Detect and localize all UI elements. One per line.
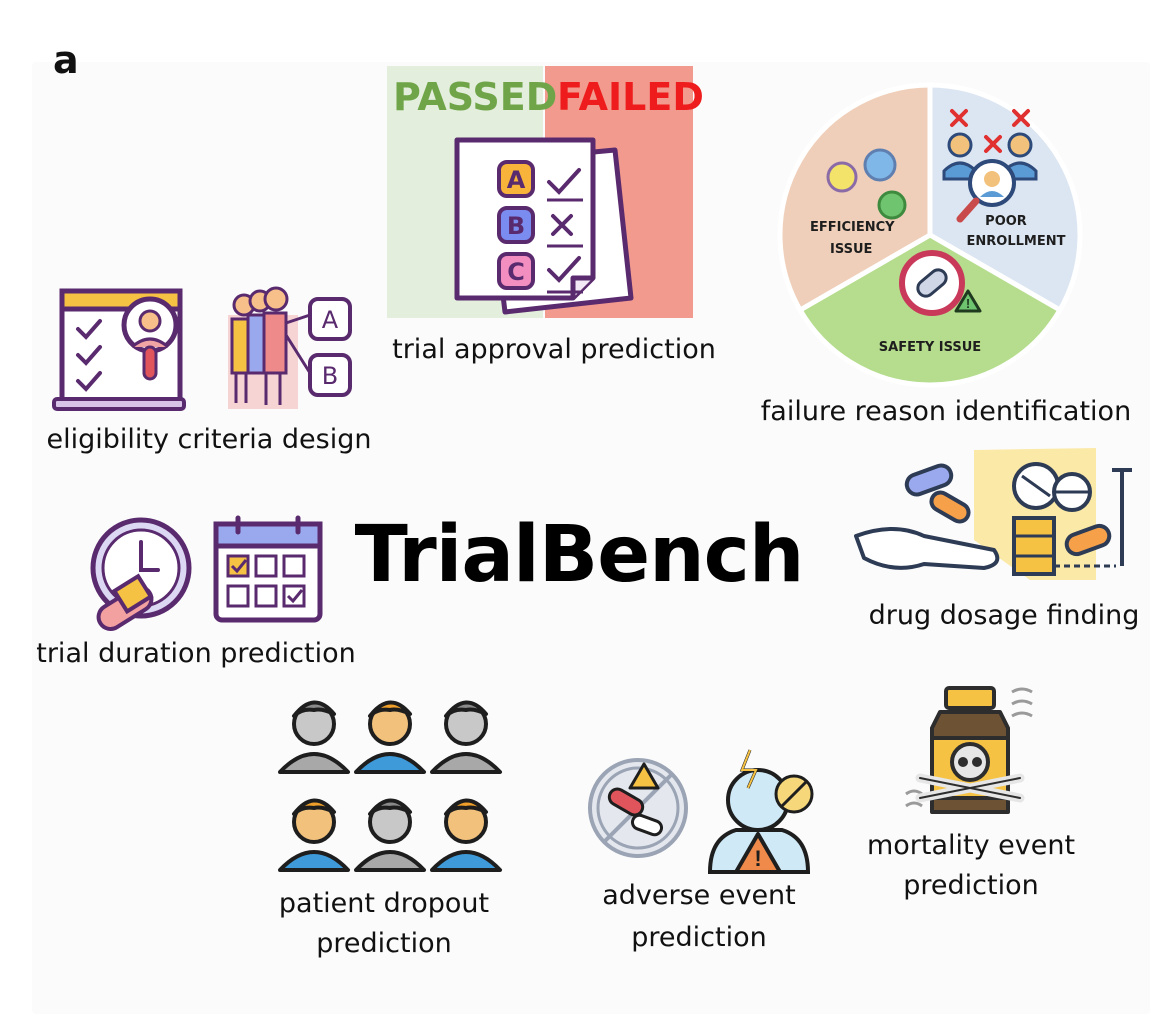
failed-label: FAILED bbox=[557, 75, 704, 119]
approval-checklist-icon: PASSED FAILED A B C bbox=[387, 66, 704, 318]
caption-dropout-line2: prediction bbox=[316, 928, 452, 959]
segment-efficiency-line2: ISSUE bbox=[830, 242, 872, 257]
option-c: C bbox=[507, 258, 525, 286]
eligibility-icon: A B bbox=[52, 286, 352, 411]
patient-dropout-icon bbox=[278, 700, 502, 872]
caption-mortality-line2: prediction bbox=[903, 870, 1039, 901]
option-a: A bbox=[507, 166, 526, 194]
caption-trial-approval: trial approval prediction bbox=[392, 334, 716, 365]
svg-text:!: ! bbox=[966, 296, 970, 311]
caption-eligibility: eligibility criteria design bbox=[46, 424, 372, 455]
panel-label: a bbox=[53, 38, 79, 82]
eligibility-option-a: A bbox=[322, 306, 339, 334]
poison-bottle-icon bbox=[905, 686, 1033, 814]
adverse-event-icon: ! bbox=[588, 749, 814, 874]
duration-clock-calendar-icon bbox=[90, 515, 323, 632]
passed-label: PASSED bbox=[393, 75, 557, 119]
failure-pie-icon: ! EFFICIENCY ISSUE POOR ENROLLMENT SAFET… bbox=[777, 82, 1083, 388]
caption-failure-reason: failure reason identification bbox=[760, 396, 1132, 427]
caption-mortality-line1: mortality event bbox=[866, 830, 1076, 861]
segment-safety-label: SAFETY ISSUE bbox=[879, 340, 981, 355]
caption-dropout-line1: patient dropout bbox=[278, 888, 490, 919]
caption-duration: trial duration prediction bbox=[36, 638, 356, 669]
segment-efficiency-line1: EFFICIENCY bbox=[810, 220, 895, 235]
caption-adverse-line1: adverse event bbox=[602, 880, 796, 911]
caption-dosage: drug dosage finding bbox=[868, 600, 1140, 631]
svg-text:!: ! bbox=[754, 846, 761, 871]
segment-enrollment-line2: ENROLLMENT bbox=[967, 234, 1066, 249]
option-b: B bbox=[507, 212, 525, 240]
caption-adverse-line2: prediction bbox=[631, 922, 767, 953]
segment-enrollment-line1: POOR bbox=[985, 214, 1027, 229]
drug-dosage-icon bbox=[854, 448, 1132, 580]
eligibility-option-b: B bbox=[322, 362, 338, 390]
